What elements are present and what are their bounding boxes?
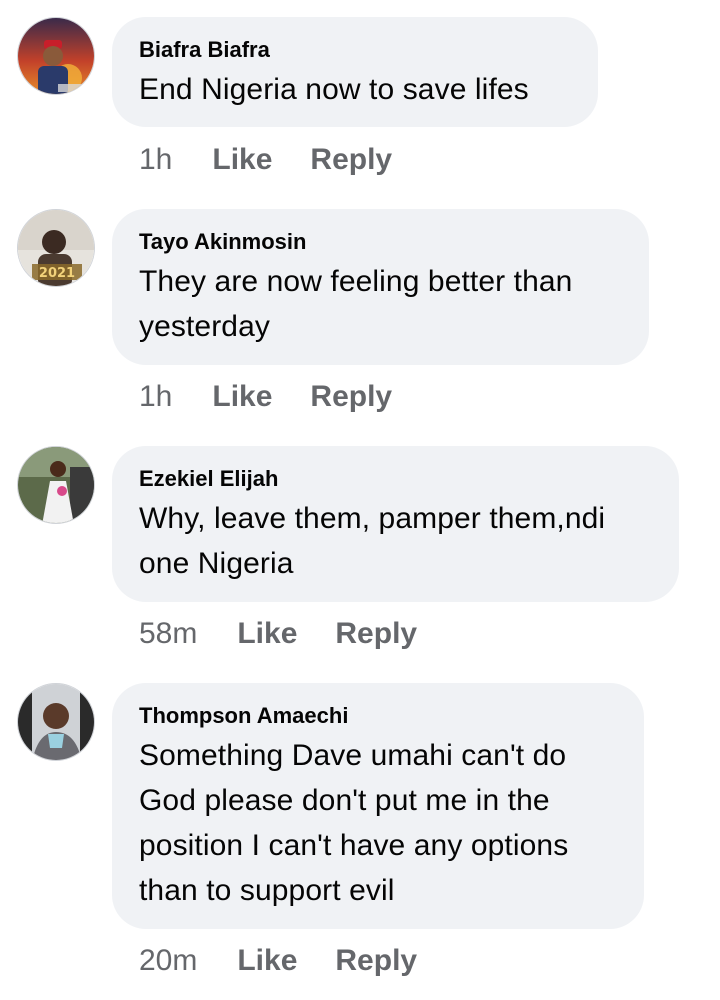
like-button[interactable]: Like <box>212 143 272 177</box>
comment-author[interactable]: Tayo Akinmosin <box>139 229 621 255</box>
like-button[interactable]: Like <box>237 944 297 978</box>
comment-text: End Nigeria now to save lifes <box>139 67 570 112</box>
comment-text: Why, leave them, pamper them,ndi one Nig… <box>139 496 651 586</box>
profile-photo-icon: 2021 <box>18 210 94 286</box>
avatar[interactable] <box>17 683 95 761</box>
comment-bubble: Thompson Amaechi Something Dave umahi ca… <box>112 683 644 929</box>
comment-text-line: End Nigeria now to save lifes <box>139 73 529 106</box>
comment-timestamp[interactable]: 20m <box>139 944 197 978</box>
comment-actions: 1h Like Reply <box>139 380 392 414</box>
comment-text-line: than to support evil <box>139 874 395 907</box>
comment-text-line: position I can't have any options <box>139 829 569 862</box>
comment-text-line: yesterday <box>139 310 270 343</box>
comment-timestamp[interactable]: 1h <box>139 380 172 414</box>
comment-bubble: Tayo Akinmosin They are now feeling bett… <box>112 209 649 365</box>
comment-author[interactable]: Ezekiel Elijah <box>139 466 651 492</box>
comment-timestamp[interactable]: 1h <box>139 143 172 177</box>
reply-button[interactable]: Reply <box>335 617 417 651</box>
comment-text-line: God please don't put me in the <box>139 784 550 817</box>
like-button[interactable]: Like <box>212 380 272 414</box>
comment-bubble: Ezekiel Elijah Why, leave them, pamper t… <box>112 446 679 602</box>
comment-text: They are now feeling better than yesterd… <box>139 259 621 349</box>
comment-text: Something Dave umahi can't do God please… <box>139 733 616 913</box>
reply-button[interactable]: Reply <box>310 143 392 177</box>
comment-text-line: one Nigeria <box>139 547 294 580</box>
comment-timestamp[interactable]: 58m <box>139 617 197 651</box>
like-button[interactable]: Like <box>237 617 297 651</box>
avatar[interactable]: 2021 <box>17 209 95 287</box>
avatar-caption: 2021 <box>39 266 75 281</box>
comment-text-line: Why, leave them, pamper them,ndi <box>139 502 606 535</box>
comment-text-line: They are now feeling better than <box>139 265 573 298</box>
comment-actions: 20m Like Reply <box>139 944 417 978</box>
avatar[interactable] <box>17 17 95 95</box>
comment-bubble: Biafra Biafra End Nigeria now to save li… <box>112 17 598 127</box>
reply-button[interactable]: Reply <box>310 380 392 414</box>
avatar[interactable] <box>17 446 95 524</box>
comment-text-line: Something Dave umahi can't do <box>139 739 567 772</box>
profile-photo-icon <box>18 447 94 523</box>
comment-author[interactable]: Thompson Amaechi <box>139 703 616 729</box>
profile-photo-icon <box>18 18 94 94</box>
profile-photo-icon <box>18 684 94 760</box>
reply-button[interactable]: Reply <box>335 944 417 978</box>
comment-actions: 1h Like Reply <box>139 143 392 177</box>
comment-actions: 58m Like Reply <box>139 617 417 651</box>
comment-author[interactable]: Biafra Biafra <box>139 37 570 63</box>
